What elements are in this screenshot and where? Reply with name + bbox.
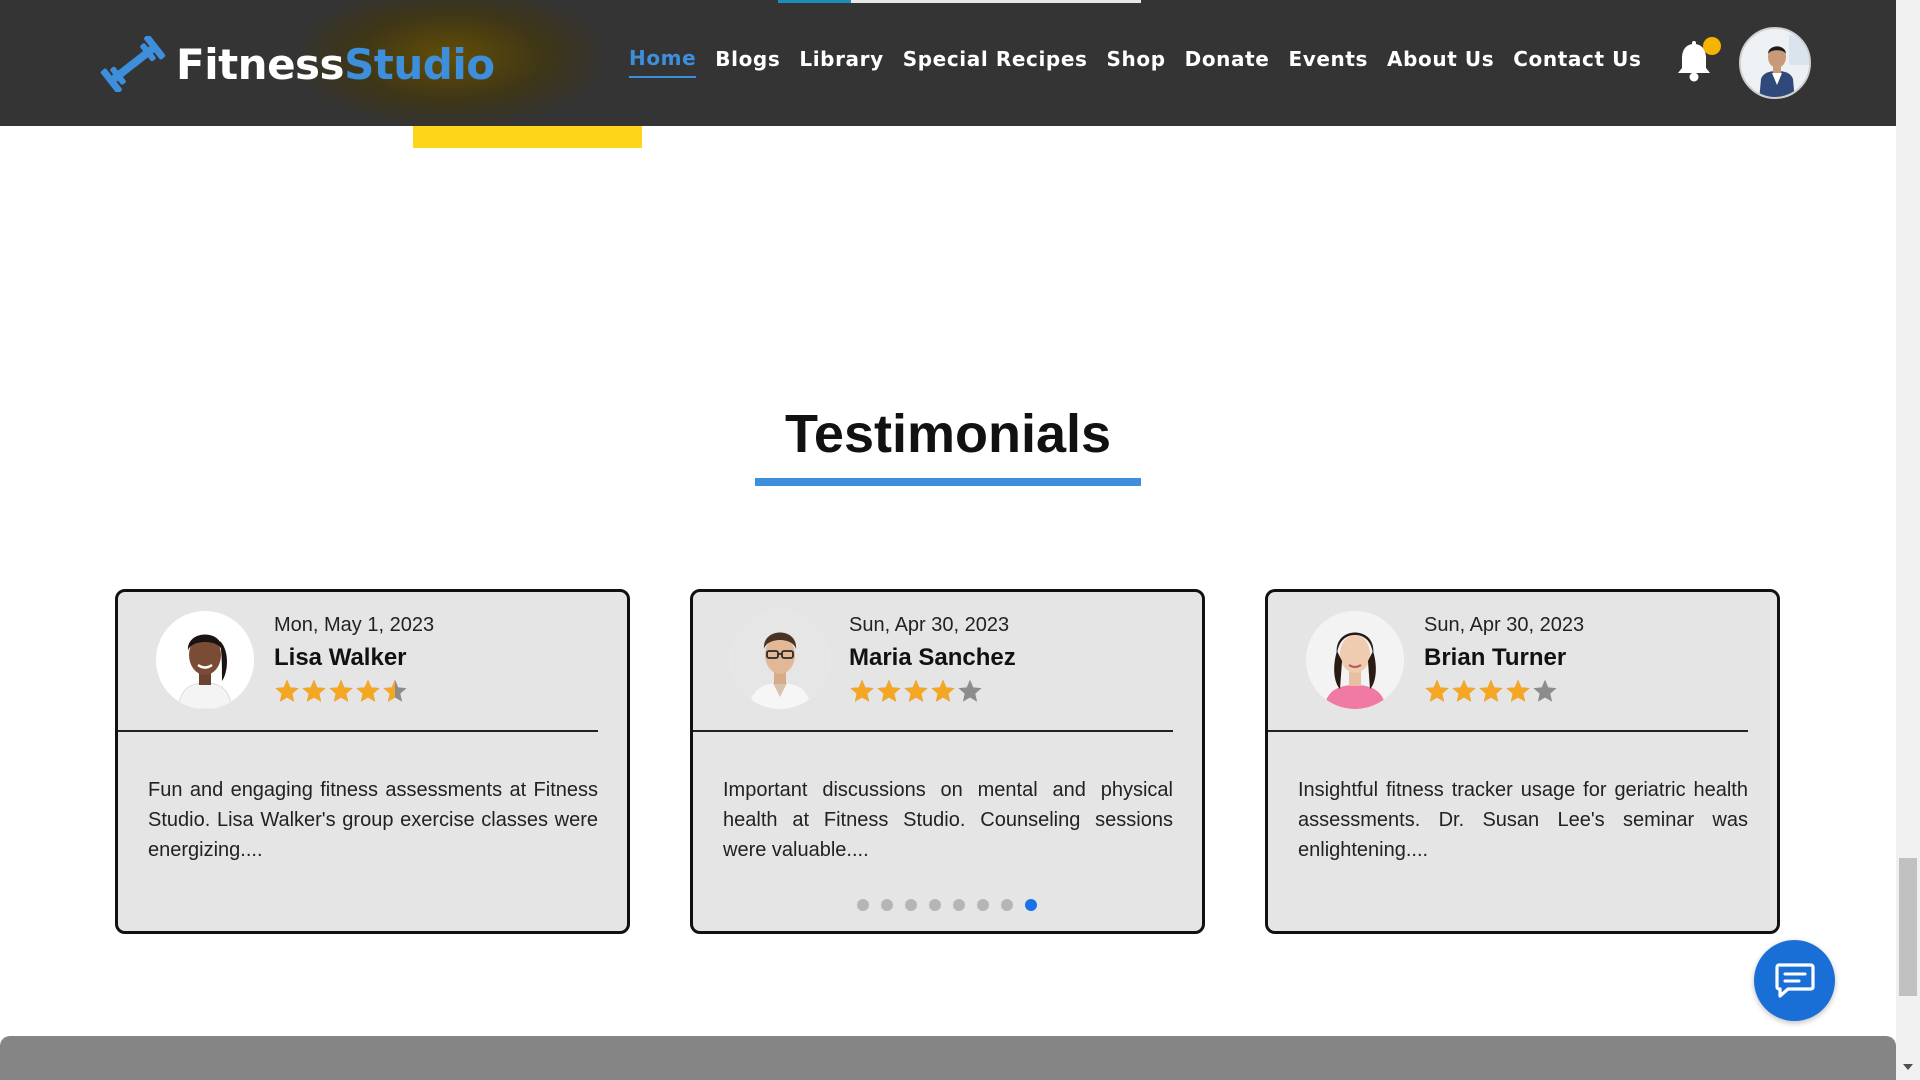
carousel-dot[interactable] (929, 899, 941, 911)
star-full-icon (275, 679, 299, 702)
testimonial-card: Sun, Apr 30, 2023 Brian Turner Insightfu… (1265, 589, 1780, 934)
card-divider (1268, 730, 1748, 732)
rating-stars (849, 678, 983, 704)
nav-home[interactable]: Home (629, 46, 697, 78)
nav-contact-us[interactable]: Contact Us (1513, 47, 1641, 77)
site-header: Fitness Studio Home Blogs Library Special… (0, 0, 1896, 126)
footer (0, 1036, 1896, 1080)
star-empty-icon (958, 679, 982, 702)
star-full-icon (1425, 679, 1449, 702)
user-avatar[interactable] (1739, 27, 1811, 99)
carousel-pagination (857, 899, 1037, 911)
chat-icon (1774, 962, 1815, 998)
testimonial-text: Fun and engaging fitness assessments at … (148, 779, 598, 861)
testimonials-title: Testimonials (784, 404, 1112, 464)
nav-shop[interactable]: Shop (1107, 47, 1166, 77)
star-full-icon (877, 679, 901, 702)
testimonial-name: Lisa Walker (274, 644, 407, 671)
card-divider (118, 730, 598, 732)
site-logo[interactable]: Fitness Studio (100, 36, 495, 92)
testimonial-card: Mon, May 1, 2023 Lisa Walker Fun and eng… (115, 589, 630, 934)
nav-about-us[interactable]: About Us (1387, 47, 1494, 77)
rating-stars (1424, 678, 1558, 704)
star-full-icon (1452, 679, 1476, 702)
chat-button[interactable] (1754, 940, 1835, 1021)
star-half-icon (383, 679, 407, 702)
testimonial-date: Mon, May 1, 2023 (274, 614, 435, 636)
logo-text-fitness: Fitness (176, 39, 345, 89)
carousel-dot[interactable] (857, 899, 869, 911)
user-avatar-image (1741, 29, 1809, 97)
star-empty-icon (1533, 679, 1557, 702)
nav-donate[interactable]: Donate (1185, 47, 1270, 77)
testimonial-avatar (156, 611, 254, 709)
scrollbar-thumb[interactable] (1899, 858, 1917, 996)
rating-stars (274, 678, 408, 704)
scroll-down-arrow-icon[interactable] (1901, 1060, 1915, 1074)
carousel-dot[interactable] (953, 899, 965, 911)
testimonial-date: Sun, Apr 30, 2023 (1424, 614, 1585, 636)
testimonial-card: Sun, Apr 30, 2023 Maria Sanchez Importan… (690, 589, 1205, 934)
logo-text-studio: Studio (344, 39, 495, 89)
nav-library[interactable]: Library (799, 47, 883, 77)
star-full-icon (1479, 679, 1503, 702)
testimonial-avatar (1306, 611, 1404, 709)
testimonial-name: Maria Sanchez (849, 644, 1016, 671)
header-top-accent (778, 0, 851, 3)
carousel-dot[interactable] (1001, 899, 1013, 911)
card-divider (693, 730, 1173, 732)
star-full-icon (904, 679, 928, 702)
carousel-dot[interactable] (1025, 899, 1037, 911)
star-full-icon (356, 679, 380, 702)
notification-badge (1703, 37, 1721, 55)
testimonial-date: Sun, Apr 30, 2023 (849, 614, 1010, 636)
carousel-dot[interactable] (977, 899, 989, 911)
testimonial-avatar (731, 611, 829, 709)
main-nav: Home Blogs Library Special Recipes Shop … (629, 46, 1642, 78)
title-underline (755, 478, 1141, 486)
dumbbell-icon (100, 36, 166, 92)
testimonial-name: Brian Turner (1424, 644, 1567, 671)
star-full-icon (850, 679, 874, 702)
nav-special-recipes[interactable]: Special Recipes (903, 47, 1088, 77)
testimonial-text: Insightful fitness tracker usage for ger… (1298, 779, 1748, 861)
header-top-line (851, 0, 1141, 3)
yellow-accent-block (413, 126, 642, 148)
star-full-icon (931, 679, 955, 702)
star-full-icon (302, 679, 326, 702)
nav-events[interactable]: Events (1288, 47, 1368, 77)
star-full-icon (1506, 679, 1530, 702)
carousel-dot[interactable] (881, 899, 893, 911)
nav-blogs[interactable]: Blogs (715, 47, 780, 77)
testimonial-text: Important discussions on mental and phys… (723, 779, 1173, 861)
carousel-dot[interactable] (905, 899, 917, 911)
star-full-icon (329, 679, 353, 702)
